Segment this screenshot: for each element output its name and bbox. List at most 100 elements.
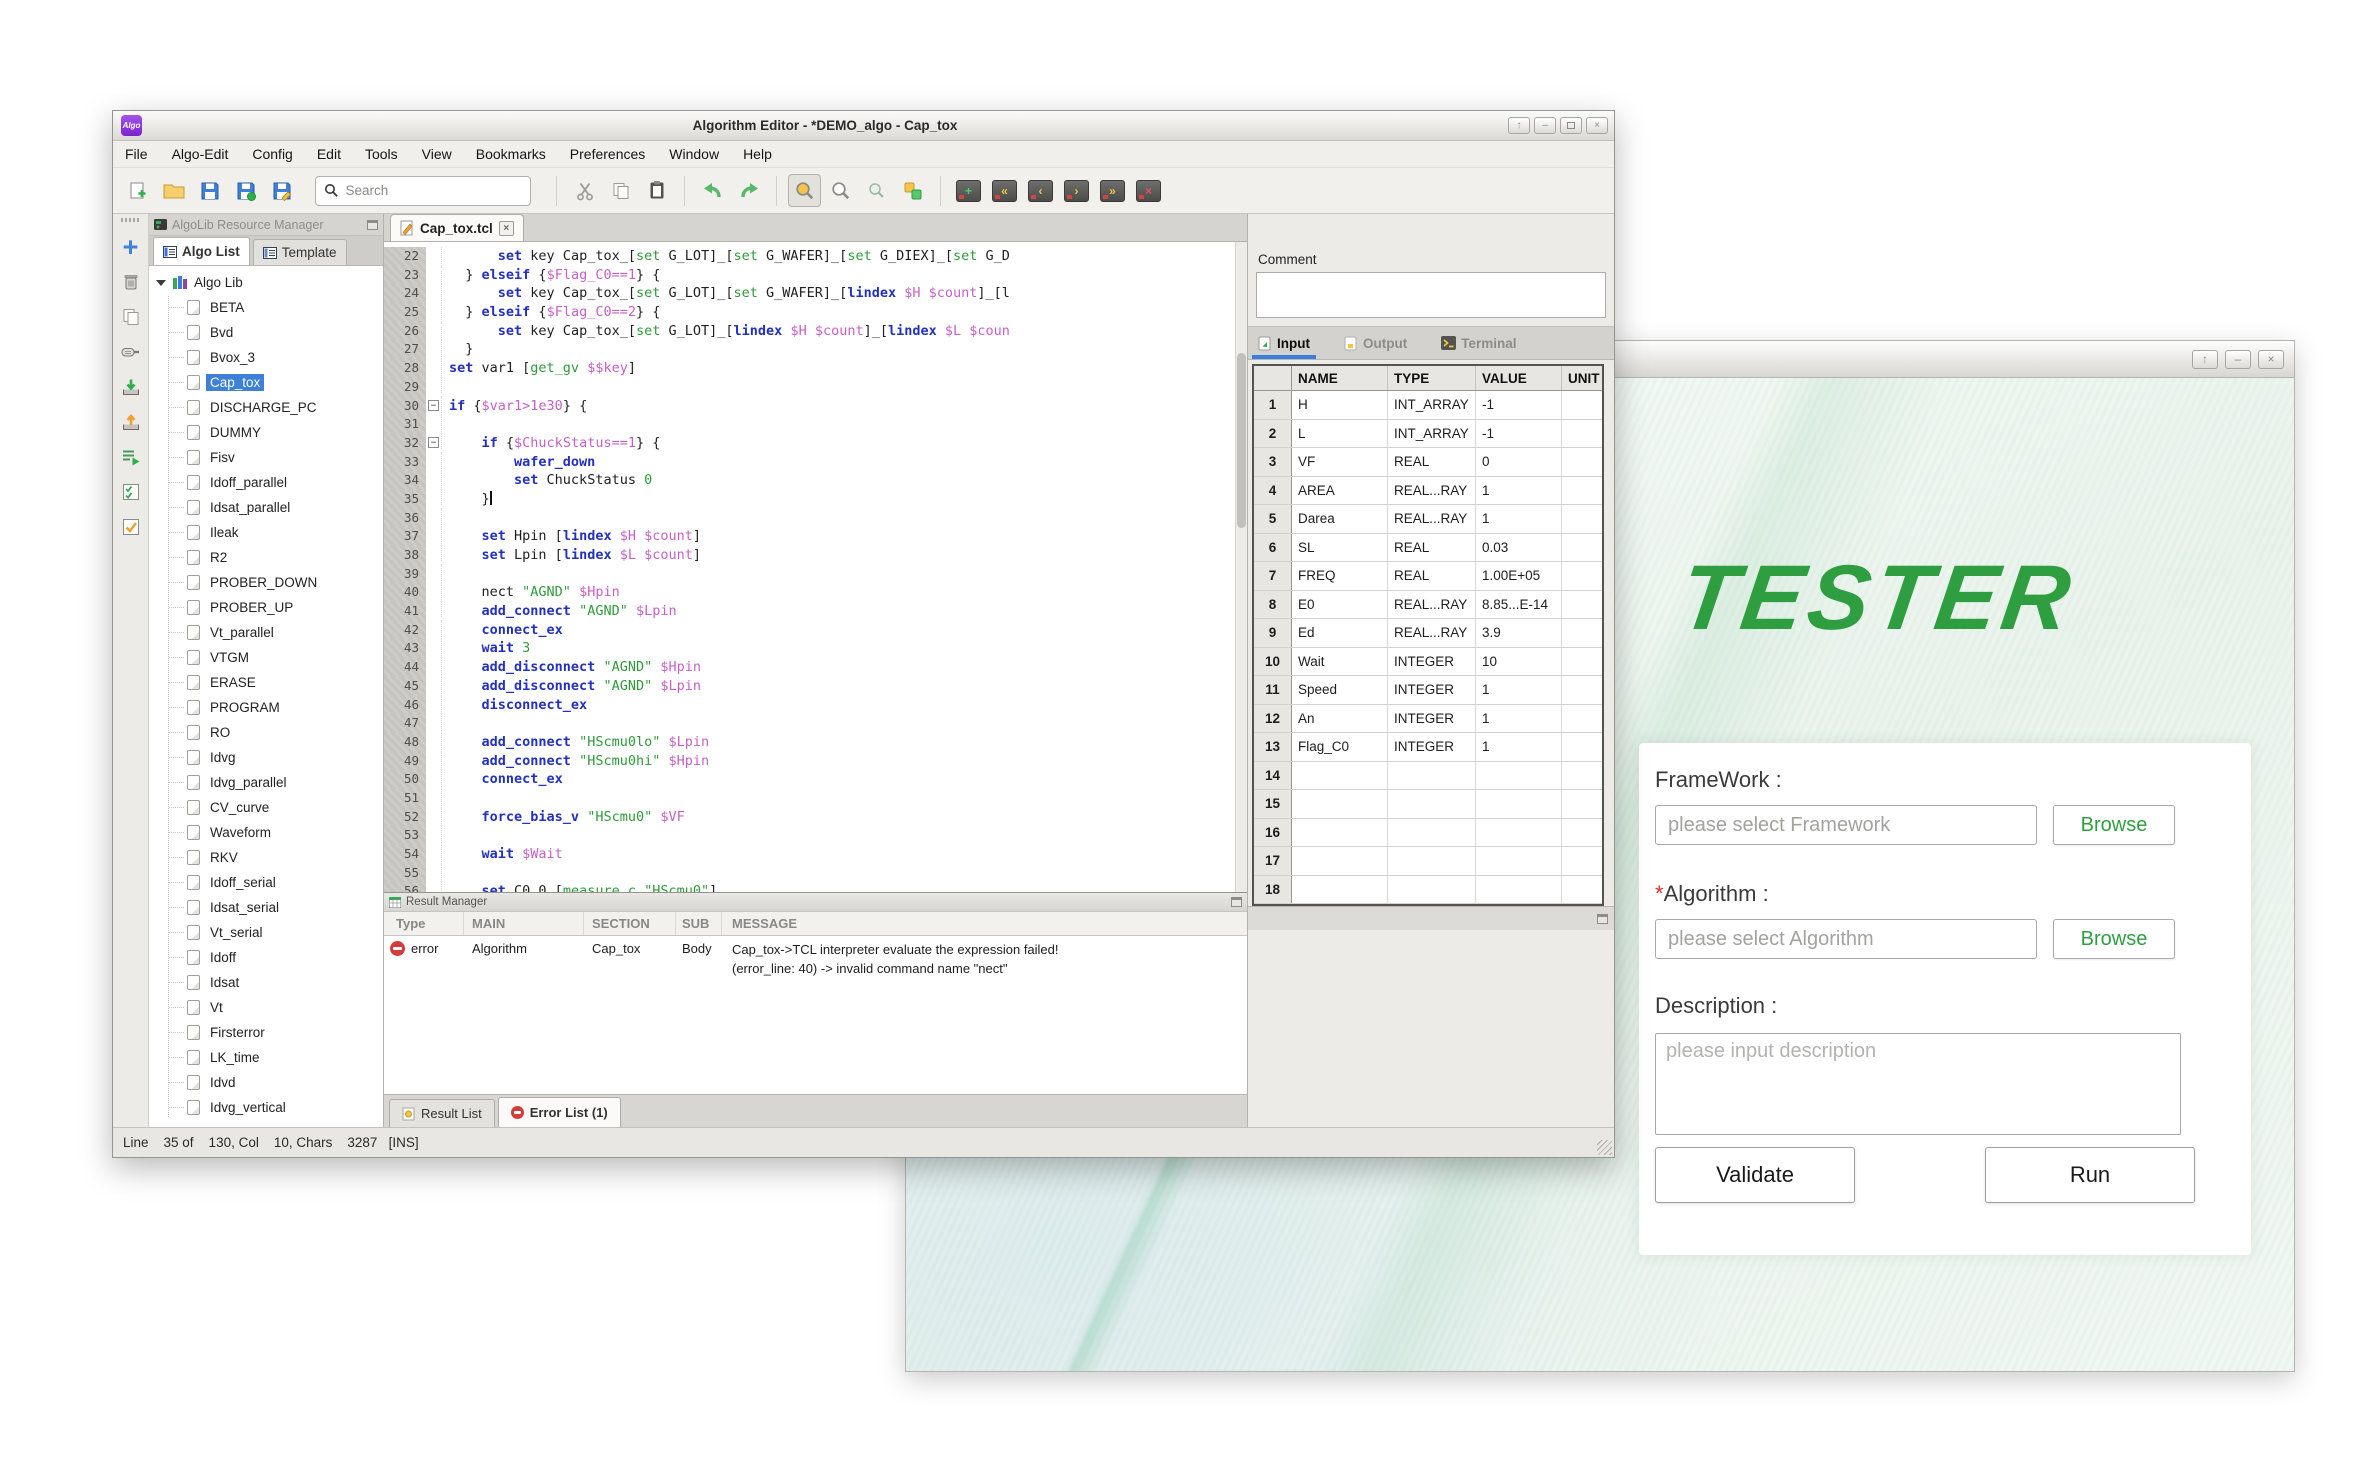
- tree-item-Bvox_3[interactable]: Bvox_3: [149, 345, 383, 370]
- code-line-38[interactable]: 38 set Lpin [lindex $L $count]: [384, 546, 1235, 565]
- input-row-7[interactable]: 7FREQREAL1.00E+05: [1254, 562, 1602, 591]
- bookmark-add-icon[interactable]: +: [952, 174, 985, 207]
- algorithm-browse-button[interactable]: Browse: [2053, 919, 2175, 959]
- code-line-30[interactable]: 30−if {$var1>1e30} {: [384, 397, 1235, 416]
- tree-item-Firsterror[interactable]: Firsterror: [149, 1020, 383, 1045]
- code-line-48[interactable]: 48 add_connect "HScmu0lo" $Lpin: [384, 733, 1235, 752]
- paste-button[interactable]: [640, 174, 673, 207]
- algorithm-input[interactable]: [1655, 919, 2037, 959]
- float-panel-button[interactable]: [367, 220, 378, 230]
- code-line-34[interactable]: 34 set ChuckStatus 0: [384, 471, 1235, 490]
- input-row-9[interactable]: 9EdREAL...RAY3.9: [1254, 619, 1602, 648]
- code-line-47[interactable]: 47: [384, 714, 1235, 733]
- tree-item-Vt_serial[interactable]: Vt_serial: [149, 920, 383, 945]
- tree-item-R2[interactable]: R2: [149, 545, 383, 570]
- new-file-button[interactable]: [121, 174, 154, 207]
- menu-view[interactable]: View: [422, 146, 452, 162]
- tree-item-Idoff_parallel[interactable]: Idoff_parallel: [149, 470, 383, 495]
- tree-item-Idvd[interactable]: Idvd: [149, 1070, 383, 1095]
- tree-item-RO[interactable]: RO: [149, 720, 383, 745]
- maximize-button[interactable]: [1560, 117, 1582, 134]
- input-row-14[interactable]: 14: [1254, 762, 1602, 791]
- cut-button[interactable]: [568, 174, 601, 207]
- tab-output[interactable]: Output: [1344, 327, 1407, 359]
- close-button[interactable]: ×: [2258, 350, 2284, 369]
- expander-icon[interactable]: [156, 280, 166, 286]
- editor-scrollbar[interactable]: [1235, 242, 1247, 892]
- code-line-23[interactable]: 23 } elseif {$Flag_C0==1} {: [384, 266, 1235, 285]
- code-line-39[interactable]: 39: [384, 565, 1235, 584]
- code-line-55[interactable]: 55: [384, 864, 1235, 883]
- tree-item-Idsat_serial[interactable]: Idsat_serial: [149, 895, 383, 920]
- export-button[interactable]: [118, 410, 144, 434]
- input-row-4[interactable]: 4AREAREAL...RAY1: [1254, 477, 1602, 506]
- validate-button[interactable]: Validate: [1655, 1147, 1855, 1203]
- bookmark-clear-icon[interactable]: ×: [1132, 174, 1165, 207]
- code-line-46[interactable]: 46 disconnect_ex: [384, 696, 1235, 715]
- rollup-button[interactable]: ↑: [2192, 350, 2218, 369]
- add-algorithm-button[interactable]: +: [118, 235, 144, 259]
- tree-item-PROBER_DOWN[interactable]: PROBER_DOWN: [149, 570, 383, 595]
- close-tab-icon[interactable]: ×: [499, 221, 514, 236]
- fold-collapse-icon[interactable]: −: [428, 400, 439, 411]
- save-all-button[interactable]: [265, 174, 298, 207]
- tree-item-Idoff_serial[interactable]: Idoff_serial: [149, 870, 383, 895]
- code-line-53[interactable]: 53: [384, 826, 1235, 845]
- tree-item-CV_curve[interactable]: CV_curve: [149, 795, 383, 820]
- code-line-40[interactable]: 40 nect "AGND" $Hpin: [384, 583, 1235, 602]
- copy-algorithm-button[interactable]: [118, 305, 144, 329]
- tree-item-Idoff[interactable]: Idoff: [149, 945, 383, 970]
- minimize-button[interactable]: –: [1534, 117, 1556, 134]
- tab-input[interactable]: Input: [1258, 327, 1310, 359]
- tree-item-Idsat[interactable]: Idsat: [149, 970, 383, 995]
- fold-collapse-icon[interactable]: −: [428, 437, 439, 448]
- find-next-button[interactable]: [824, 174, 857, 207]
- code-line-22[interactable]: 22 set key Cap_tox_[set G_LOT]_[set G_WA…: [384, 247, 1235, 266]
- tree-item-Vt_parallel[interactable]: Vt_parallel: [149, 620, 383, 645]
- code-line-41[interactable]: 41 add_connect "AGND" $Lpin: [384, 602, 1235, 621]
- code-editor[interactable]: 22 set key Cap_tox_[set G_LOT]_[set G_WA…: [384, 242, 1247, 892]
- code-line-27[interactable]: 27 }: [384, 340, 1235, 359]
- tree-root-algo-lib[interactable]: Algo Lib: [149, 270, 383, 295]
- bookmark-prev-icon[interactable]: ‹: [1024, 174, 1057, 207]
- result-row-0[interactable]: errorAlgorithmCap_toxBodyCap_tox->TCL in…: [384, 936, 1247, 984]
- menu-preferences[interactable]: Preferences: [570, 146, 645, 162]
- code-line-31[interactable]: 31: [384, 415, 1235, 434]
- float-panel-button[interactable]: [1597, 914, 1608, 924]
- tree-item-Ileak[interactable]: Ileak: [149, 520, 383, 545]
- code-line-29[interactable]: 29: [384, 378, 1235, 397]
- code-line-36[interactable]: 36: [384, 509, 1235, 528]
- tab-template[interactable]: Template: [253, 239, 347, 265]
- scrollbar-thumb[interactable]: [1237, 353, 1246, 529]
- bookmark-first-icon[interactable]: «: [988, 174, 1021, 207]
- framework-input[interactable]: [1655, 805, 2037, 845]
- undo-button[interactable]: [696, 174, 729, 207]
- code-line-24[interactable]: 24 set key Cap_tox_[set G_LOT]_[set G_WA…: [384, 284, 1235, 303]
- comment-box[interactable]: [1256, 272, 1606, 318]
- input-row-18[interactable]: 18: [1254, 876, 1602, 905]
- resize-grip[interactable]: [1597, 1140, 1612, 1155]
- search-input[interactable]: [344, 182, 523, 199]
- input-row-8[interactable]: 8E0REAL...RAY8.85...E-14: [1254, 591, 1602, 620]
- tree-item-Cap_tox[interactable]: Cap_tox: [149, 370, 383, 395]
- tab-result-list[interactable]: Result List: [389, 1099, 495, 1127]
- titlebar[interactable]: Algo Algorithm Editor - *DEMO_algo - Cap…: [113, 111, 1614, 141]
- copy-button[interactable]: [604, 174, 637, 207]
- input-row-1[interactable]: 1HINT_ARRAY-1: [1254, 391, 1602, 420]
- save-button[interactable]: [193, 174, 226, 207]
- code-line-33[interactable]: 33 wafer_down: [384, 453, 1235, 472]
- code-line-28[interactable]: 28set var1 [get_gv $$key]: [384, 359, 1235, 378]
- input-row-13[interactable]: 13Flag_C0INTEGER1: [1254, 733, 1602, 762]
- replace-button[interactable]: [896, 174, 929, 207]
- menu-bookmarks[interactable]: Bookmarks: [476, 146, 546, 162]
- float-panel-button[interactable]: [1231, 897, 1242, 907]
- run-list-button[interactable]: [118, 445, 144, 469]
- tree-item-Waveform[interactable]: Waveform: [149, 820, 383, 845]
- tree-item-Vt[interactable]: Vt: [149, 995, 383, 1020]
- input-row-12[interactable]: 12AnINTEGER1: [1254, 705, 1602, 734]
- bookmark-last-icon[interactable]: »: [1096, 174, 1129, 207]
- input-row-2[interactable]: 2LINT_ARRAY-1: [1254, 420, 1602, 449]
- code-line-45[interactable]: 45 add_disconnect "AGND" $Lpin: [384, 677, 1235, 696]
- input-row-15[interactable]: 15: [1254, 790, 1602, 819]
- menu-window[interactable]: Window: [669, 146, 719, 162]
